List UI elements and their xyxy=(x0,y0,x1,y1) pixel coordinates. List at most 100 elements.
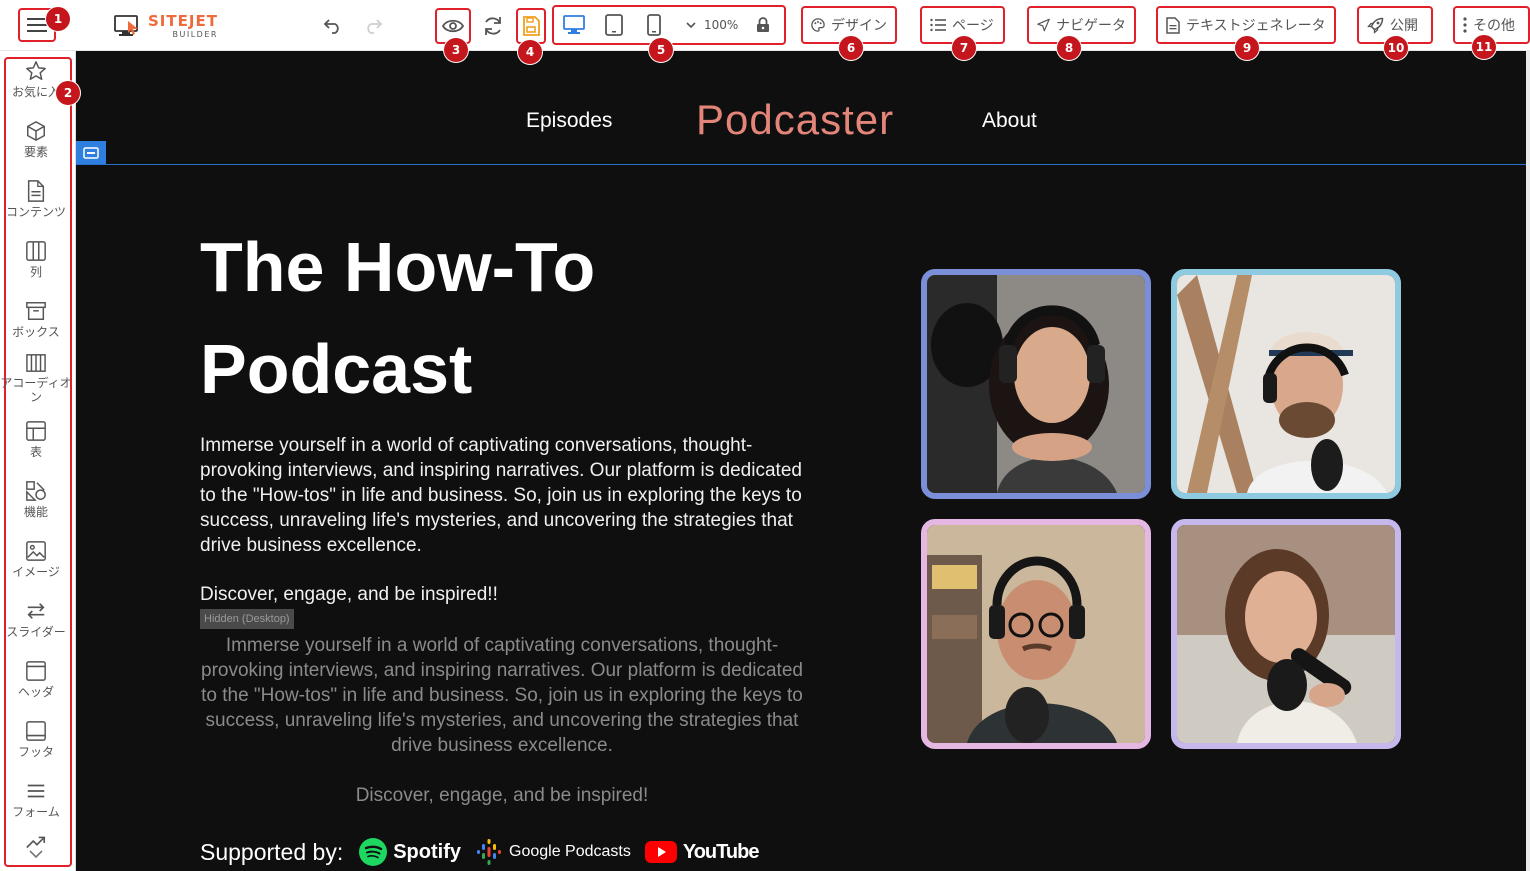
annotation-badge-3: 3 xyxy=(444,38,468,62)
annotation-badge-7: 7 xyxy=(952,36,976,60)
sidebar-item-label: コンテンツ xyxy=(5,205,66,219)
shapes-icon xyxy=(26,481,46,501)
save-button[interactable] xyxy=(516,8,546,44)
nav-link-about[interactable]: About xyxy=(982,109,1037,133)
mobile-view-button[interactable] xyxy=(634,7,674,43)
undo-button[interactable] xyxy=(320,14,346,38)
annotation-badge-2: 2 xyxy=(56,81,80,105)
desktop-view-button[interactable] xyxy=(554,7,594,43)
spotify-text: Spotify xyxy=(393,840,461,863)
sidebar-item-boxes[interactable]: ボックス xyxy=(0,300,72,339)
spotify-icon xyxy=(359,838,388,866)
pages-label: ページ xyxy=(952,18,994,34)
sidebar-item-header[interactable]: ヘッダ xyxy=(0,660,72,699)
slider-icon xyxy=(27,603,45,619)
sidebar-item-features[interactable]: 機能 xyxy=(0,480,72,519)
supported-by-label: Supported by: xyxy=(200,838,344,865)
palette-icon xyxy=(811,18,825,32)
more-vertical-icon xyxy=(1463,17,1467,33)
google-podcasts-logo: Google Podcasts xyxy=(475,838,631,866)
hero-title[interactable]: The How-To Podcast xyxy=(200,216,760,420)
podcaster-photo-3[interactable] xyxy=(921,519,1151,749)
document-icon xyxy=(27,180,45,202)
design-label: デザイン xyxy=(831,18,887,34)
zoom-select[interactable]: 100% xyxy=(686,18,738,32)
annotation-badge-8: 8 xyxy=(1057,36,1081,60)
sidebar-item-table[interactable]: 表 xyxy=(0,420,72,459)
sidebar-item-footer[interactable]: フッタ xyxy=(0,720,72,759)
sidebar-item-more[interactable] xyxy=(0,834,72,858)
hamburger-icon xyxy=(27,18,47,32)
lock-button[interactable] xyxy=(756,17,770,33)
list-icon xyxy=(930,18,946,32)
podcaster-photo-2[interactable] xyxy=(1171,269,1401,499)
site-brand[interactable]: Podcaster xyxy=(696,96,894,144)
sidebar-item-label: イメージ xyxy=(12,565,60,579)
google-podcasts-icon xyxy=(477,839,501,865)
podcaster-photo-4[interactable] xyxy=(1171,519,1401,749)
sidebar-item-content[interactable]: コンテンツ xyxy=(0,180,72,219)
sidebar-item-label: お気に入 xyxy=(11,85,60,99)
sidebar-item-label: スライダー xyxy=(6,625,66,639)
header-icon xyxy=(26,661,46,681)
annotation-badge-5: 5 xyxy=(649,38,673,62)
supported-by-row: Supported by: Spotify Google Podcasts Yo… xyxy=(200,835,760,869)
form-icon xyxy=(27,784,45,798)
device-switcher: 100% xyxy=(552,5,786,45)
mobile-icon xyxy=(647,14,661,36)
sitejet-logo[interactable]: SITEJET BUILDER xyxy=(114,12,218,40)
sidebar-item-slider[interactable]: スライダー xyxy=(0,600,72,639)
eye-icon xyxy=(442,19,464,33)
chevron-down-icon xyxy=(686,22,696,29)
hidden-tagline[interactable]: Discover, engage, and be inspired! xyxy=(200,785,804,807)
canvas-scrollbar[interactable] xyxy=(1526,51,1530,871)
undo-icon xyxy=(323,19,339,34)
host-portrait-image xyxy=(1177,525,1395,743)
tablet-icon xyxy=(605,14,623,36)
site-navigation: Episodes Podcaster About xyxy=(76,51,1526,164)
sidebar-item-columns[interactable]: 列 xyxy=(0,240,72,279)
host-portrait-image xyxy=(927,525,1145,743)
sidebar-item-label: ヘッダ xyxy=(17,685,54,699)
navigator-label: ナビゲータ xyxy=(1056,18,1126,34)
navigator-button[interactable]: ナビゲータ xyxy=(1027,6,1136,44)
youtube-text: YouTube xyxy=(682,840,760,863)
hidden-desktop-badge: Hidden (Desktop) xyxy=(200,609,294,629)
sidebar-item-label: 列 xyxy=(29,265,42,279)
more-label: その他 xyxy=(1473,18,1515,34)
accordion-icon xyxy=(26,354,46,372)
redo-icon xyxy=(367,19,383,34)
page-canvas: Episodes Podcaster About The How-To Podc… xyxy=(76,51,1526,871)
section-icon xyxy=(83,146,99,159)
sidebar-item-accordion[interactable]: アコーディオン xyxy=(0,353,72,404)
hero-description[interactable]: Immerse yourself in a world of captivati… xyxy=(200,433,810,558)
nav-link-episodes[interactable]: Episodes xyxy=(526,109,612,133)
element-sidebar: お気に入 要素 コンテンツ 列 ボックス アコーディオン 表 機能 イメージ ス… xyxy=(0,51,76,871)
sidebar-item-form[interactable]: フォーム xyxy=(0,780,72,819)
section-edit-tag[interactable] xyxy=(76,141,106,164)
redo-button[interactable] xyxy=(360,14,386,38)
chevron-down-icon xyxy=(29,850,43,858)
hero-tagline[interactable]: Discover, engage, and be inspired!! xyxy=(200,584,498,606)
logo-main-text: SITEJET xyxy=(148,11,218,30)
sidebar-item-label: 要素 xyxy=(23,145,48,159)
host-portrait-image xyxy=(1177,275,1395,493)
save-icon xyxy=(523,16,540,36)
podcaster-photo-1[interactable] xyxy=(921,269,1151,499)
tablet-view-button[interactable] xyxy=(594,7,634,43)
sidebar-item-elements[interactable]: 要素 xyxy=(0,120,72,159)
footer-icon xyxy=(26,721,46,741)
sidebar-item-label: フッタ xyxy=(17,745,54,759)
annotation-badge-11: 11 xyxy=(1472,35,1496,59)
hidden-description[interactable]: Immerse yourself in a world of captivati… xyxy=(200,633,804,758)
sidebar-item-label: 機能 xyxy=(23,505,48,519)
sidebar-item-image[interactable]: イメージ xyxy=(0,540,72,579)
rocket-icon xyxy=(1367,17,1384,34)
file-text-icon xyxy=(1166,16,1180,34)
monitor-logo-icon xyxy=(114,15,138,36)
annotation-badge-6: 6 xyxy=(839,36,863,60)
host-portrait-image xyxy=(927,275,1145,493)
refresh-button[interactable] xyxy=(479,12,507,40)
annotation-badge-4: 4 xyxy=(518,40,542,64)
desktop-icon xyxy=(563,15,585,34)
